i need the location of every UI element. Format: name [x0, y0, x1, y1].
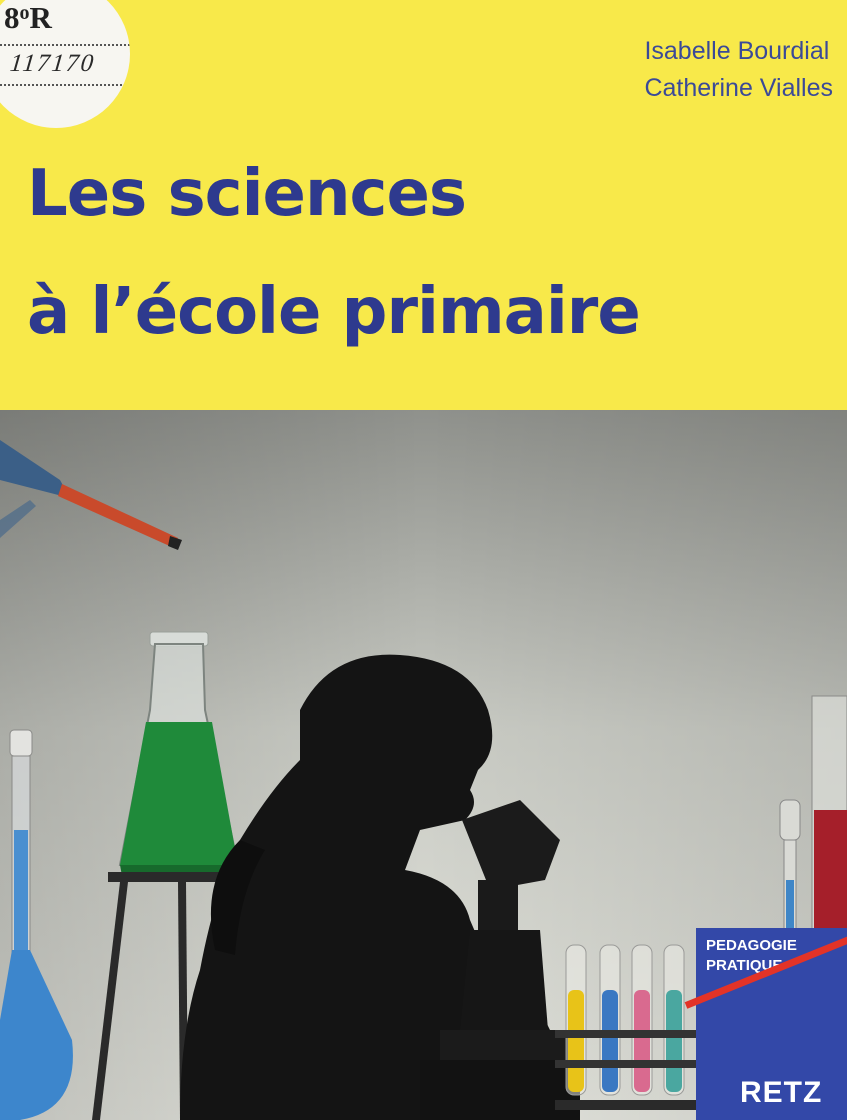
series-block: PEDAGOGIE PRATIQUE RETZ	[684, 928, 847, 1120]
book-title: Les sciences à l’école primaire	[27, 135, 641, 371]
series-line: PEDAGOGIE	[706, 937, 797, 954]
publisher-name: RETZ	[740, 1076, 823, 1109]
book-cover: 8oR 117170 Isabelle Bourdial Catherine V…	[0, 0, 847, 1120]
title-line: Les sciences	[27, 157, 467, 231]
title-line: à l’école primaire	[27, 275, 641, 349]
authors: Isabelle Bourdial Catherine Vialles	[644, 33, 833, 107]
library-call-number-label: 8oR 117170	[0, 0, 130, 128]
series-name: PEDAGOGIE PRATIQUE	[706, 936, 797, 976]
shelf-mark: 8oR	[4, 0, 52, 35]
author-name: Isabelle Bourdial	[644, 37, 830, 65]
label-rule	[0, 44, 130, 46]
author-name: Catherine Vialles	[644, 74, 833, 102]
label-rule	[0, 84, 130, 86]
call-number: 117170	[8, 50, 97, 77]
